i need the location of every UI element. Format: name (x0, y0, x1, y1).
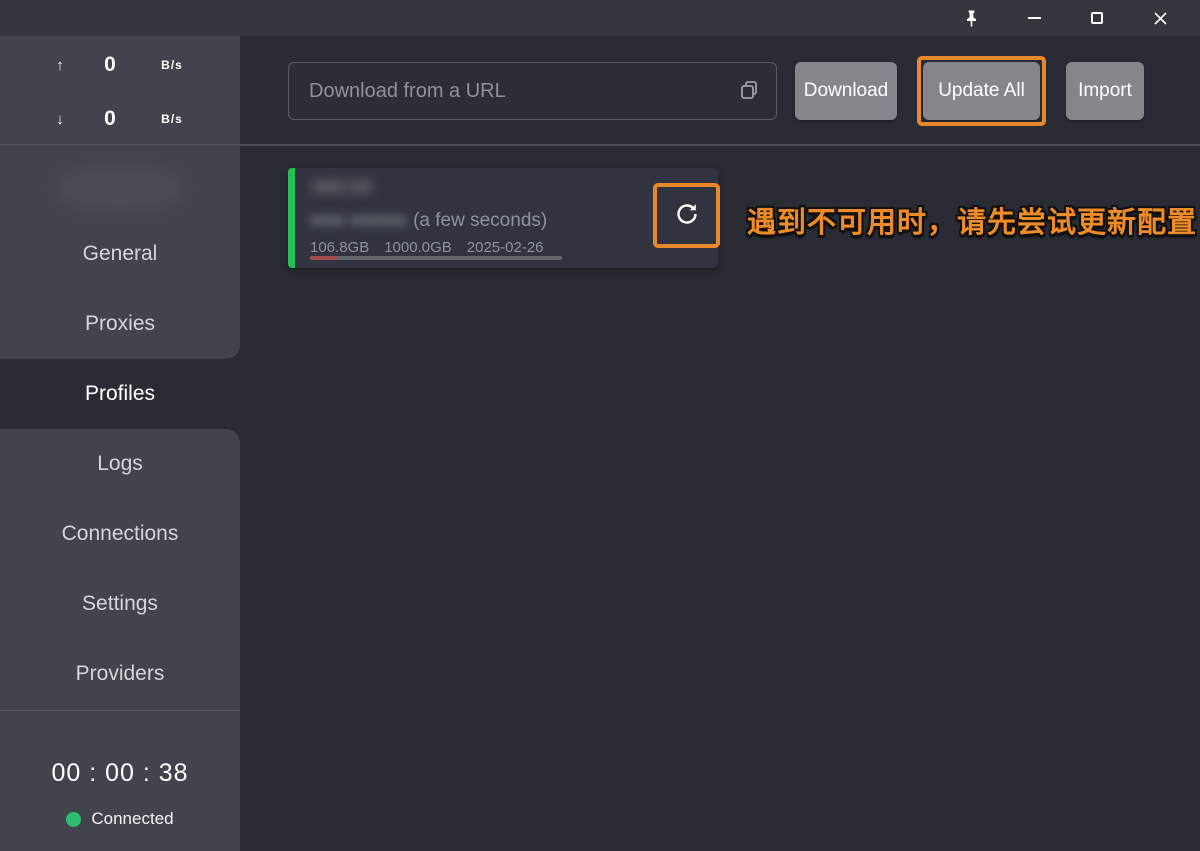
profile-active-indicator (288, 168, 295, 268)
sidebar-item-connections[interactable]: Connections (0, 499, 240, 569)
pin-button[interactable] (948, 0, 994, 36)
sidebar-item-providers[interactable]: Providers (0, 639, 240, 709)
url-input[interactable] (288, 62, 777, 120)
download-speed-row: ↓ 0 B/s (0, 104, 240, 134)
close-icon (1154, 12, 1167, 25)
sidebar-upper-panel: ↑ 0 B/s ↓ 0 B/s General Proxies (0, 36, 240, 359)
profile-name-redacted: ●●● ●●●●● (310, 210, 407, 232)
sidebar-lower-panel: Logs Connections Settings Providers 00 :… (0, 429, 240, 851)
sidebar-item-general[interactable]: General (0, 219, 240, 289)
import-button[interactable]: Import (1066, 62, 1144, 120)
profile-progress-fill (310, 256, 337, 260)
upload-speed-row: ↑ 0 B/s (0, 50, 240, 80)
profile-expire-date: 2025-02-26 (467, 239, 544, 256)
profile-updated-text: (a few seconds) (413, 210, 547, 232)
download-speed-unit: B/s (150, 112, 194, 126)
download-speed-value: 0 (70, 107, 150, 131)
tutorial-annotation-text: 遇到不可用时，请先尝试更新配置 (747, 199, 1197, 241)
minimize-button[interactable] (1011, 0, 1057, 36)
refresh-icon (674, 201, 700, 230)
profile-used-traffic: 106.8GB (310, 239, 369, 256)
sidebar-divider (0, 710, 240, 711)
sidebar-divider (0, 144, 240, 145)
download-button[interactable]: Download (795, 62, 897, 120)
connection-status-label: Connected (91, 809, 173, 829)
main-content: Download Update All Import ■■■ ■■ ●●● ●●… (240, 36, 1200, 851)
connected-dot-icon (66, 812, 81, 827)
update-all-button[interactable]: Update All (923, 62, 1040, 120)
sidebar-item-settings[interactable]: Settings (0, 569, 240, 639)
profile-stats: 106.8GB 1000.0GB 2025-02-26 (310, 239, 544, 256)
content-divider (240, 144, 1200, 146)
maximize-button[interactable] (1074, 0, 1120, 36)
profile-subtitle: ●●● ●●●●● (a few seconds) (310, 209, 547, 233)
upload-speed-unit: B/s (150, 58, 194, 72)
uptime-timer: 00 : 00 : 38 (0, 759, 240, 788)
connection-status: Connected (0, 809, 240, 829)
upload-speed-value: 0 (70, 53, 150, 77)
upload-arrow-icon: ↑ (50, 57, 70, 74)
minimize-icon (1028, 17, 1041, 19)
maximize-icon (1091, 12, 1103, 24)
titlebar (0, 0, 1200, 36)
sidebar-item-profiles[interactable]: Profiles (0, 359, 240, 429)
sidebar-item-logs[interactable]: Logs (0, 429, 240, 499)
profile-refresh-button[interactable] (661, 191, 712, 240)
profile-card[interactable]: ■■■ ■■ ●●● ●●●●● (a few seconds) 106.8GB… (288, 168, 718, 268)
close-button[interactable] (1137, 0, 1183, 36)
redacted-smudge (55, 166, 185, 211)
pin-icon (964, 10, 979, 27)
download-arrow-icon: ↓ (50, 111, 70, 128)
profile-total-traffic: 1000.0GB (384, 239, 452, 256)
sidebar-item-proxies[interactable]: Proxies (0, 289, 240, 359)
profile-progress-track (310, 256, 562, 260)
paste-url-button[interactable] (734, 77, 764, 107)
profile-title-redacted: ■■■ ■■ (312, 176, 371, 197)
sidebar: ↑ 0 B/s ↓ 0 B/s General Proxies Profiles… (0, 36, 240, 851)
copy-icon (738, 79, 760, 106)
